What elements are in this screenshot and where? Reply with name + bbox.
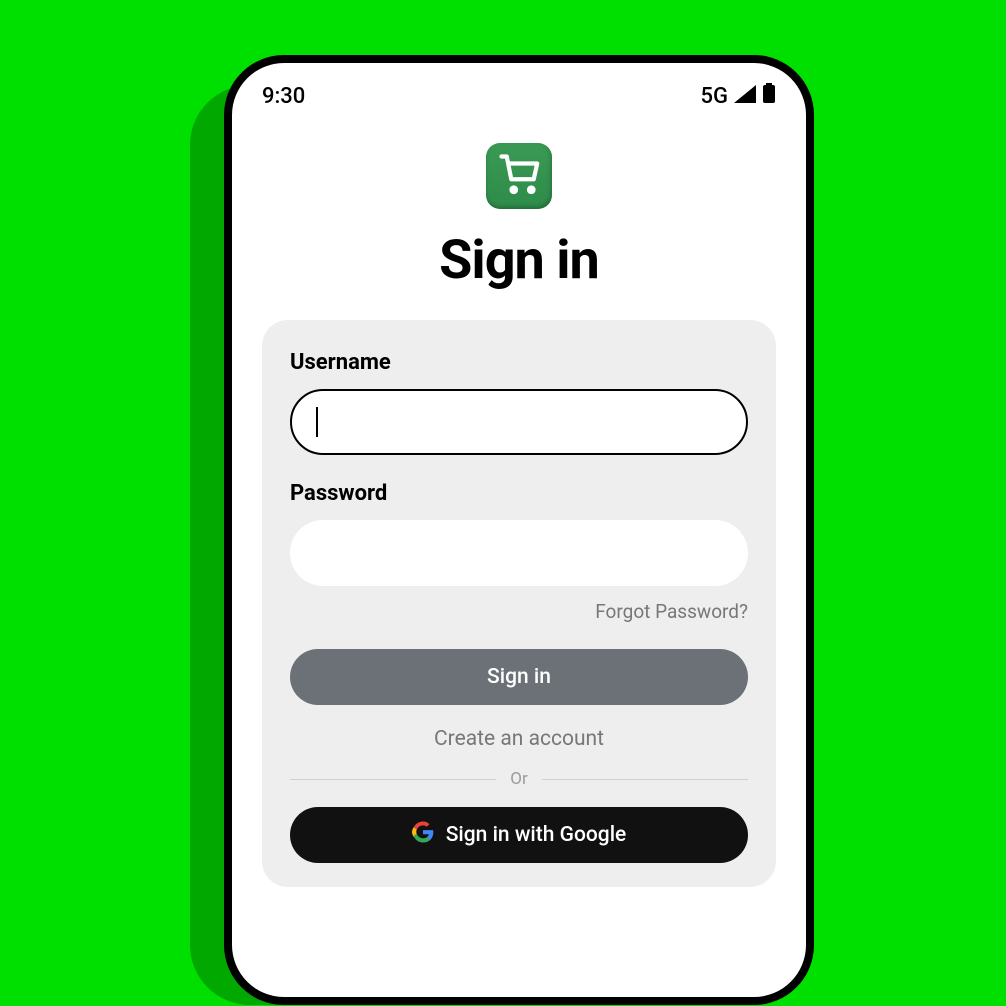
page-content: Sign in Username Password Forgot Passwor… — [232, 113, 806, 997]
text-cursor-icon — [316, 407, 318, 437]
username-input[interactable] — [290, 389, 748, 455]
signin-button-label: Sign in — [487, 665, 551, 689]
forgot-password-link[interactable]: Forgot Password? — [290, 600, 748, 623]
signin-button[interactable]: Sign in — [290, 649, 748, 705]
network-type: 5G — [701, 84, 729, 109]
divider-line-left — [290, 779, 496, 780]
google-signin-label: Sign in with Google — [446, 823, 627, 847]
google-logo-icon — [412, 821, 434, 849]
app-logo — [486, 143, 552, 209]
status-indicators: 5G — [701, 83, 777, 109]
divider: Or — [290, 769, 748, 789]
screen: 9:30 5G — [232, 63, 806, 997]
page-title: Sign in — [439, 229, 599, 292]
divider-text: Or — [510, 769, 527, 789]
shopping-cart-icon — [498, 153, 540, 199]
device-frame: 9:30 5G — [224, 55, 814, 1005]
username-label: Username — [290, 350, 748, 375]
status-time: 9:30 — [262, 84, 305, 109]
battery-icon — [762, 83, 776, 109]
cellular-icon — [734, 84, 756, 109]
create-account-link[interactable]: Create an account — [290, 727, 748, 751]
password-label: Password — [290, 481, 748, 506]
signin-card: Username Password Forgot Password? Sign … — [262, 320, 776, 887]
divider-line-right — [542, 779, 748, 780]
password-input[interactable] — [290, 520, 748, 586]
status-bar: 9:30 5G — [232, 63, 806, 113]
google-signin-button[interactable]: Sign in with Google — [290, 807, 748, 863]
